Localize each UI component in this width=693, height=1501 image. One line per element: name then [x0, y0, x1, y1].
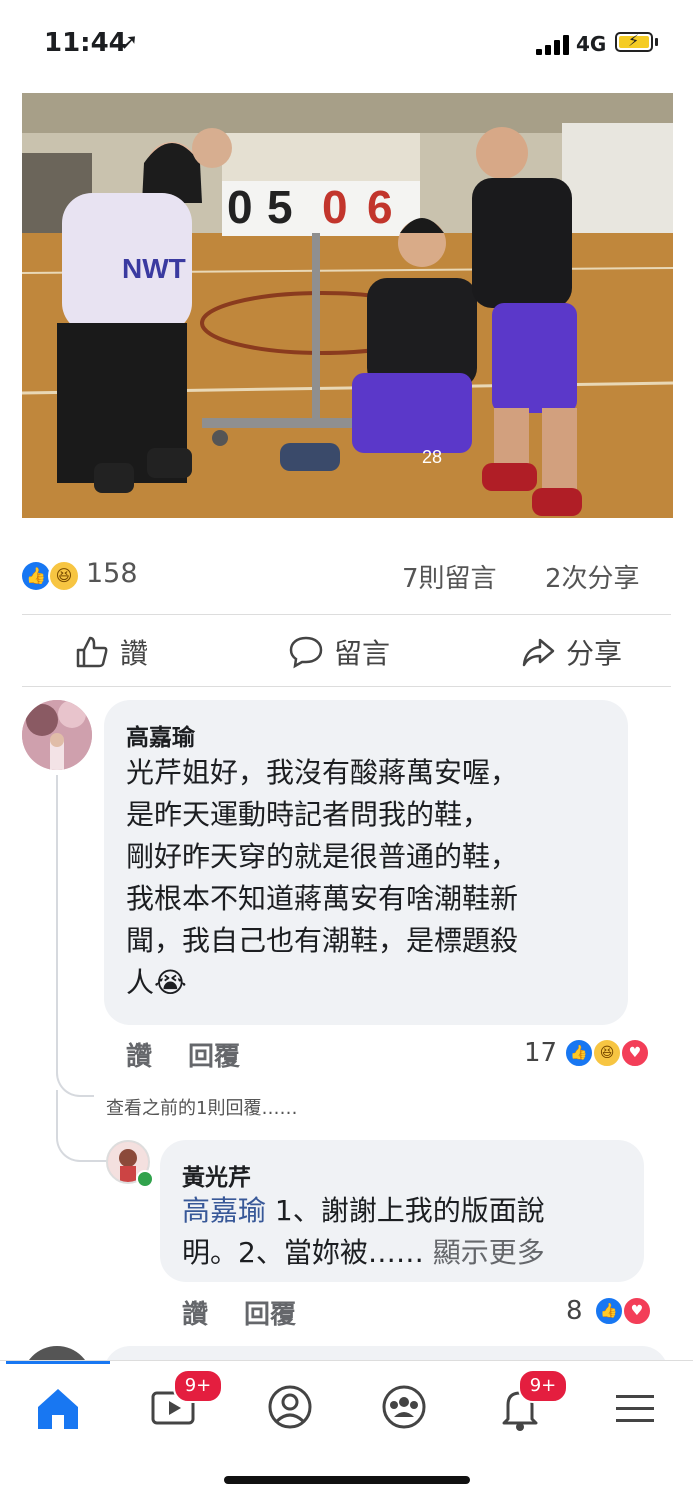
- post-photo[interactable]: 0 5 0 6 NWT 28: [22, 93, 673, 518]
- thumbs-up-icon: [76, 636, 108, 668]
- post-stats: 👍 😆 158 7則留言 2次分享: [0, 550, 693, 600]
- status-time: 11:44: [44, 28, 127, 58]
- battery-icon: ⚡: [615, 31, 653, 52]
- share-label: 分享: [566, 637, 623, 670]
- home-icon: [38, 1389, 78, 1429]
- like-label: 讚: [120, 637, 149, 670]
- active-tab-indicator: [6, 1361, 110, 1364]
- jersey-number: 28: [422, 447, 442, 467]
- comment-author[interactable]: 高嘉瑜: [126, 718, 195, 752]
- nav-watch[interactable]: 9+: [143, 1369, 223, 1439]
- like-reaction-icon[interactable]: 👍: [22, 562, 50, 590]
- comment-reaction-count[interactable]: 17: [524, 1038, 557, 1068]
- reply-bubble: 黃光芹 高嘉瑜 1、謝謝上我的版面說 明。2、當妳被…… 顯示更多: [160, 1140, 644, 1282]
- love-reaction-icon: ♥: [622, 1296, 652, 1326]
- comment-line: 光芹姐好，我沒有酸蔣萬安喔，: [126, 756, 519, 789]
- reply-mention-link[interactable]: 高嘉瑜: [182, 1194, 266, 1227]
- comment-line: 我根本不知道蔣萬安有啥潮鞋新: [126, 882, 519, 915]
- reply-author[interactable]: 黃光芹: [182, 1158, 251, 1192]
- thread-line: [56, 775, 94, 1097]
- groups-icon: [382, 1385, 426, 1429]
- reply-reaction-count[interactable]: 8: [566, 1296, 583, 1326]
- network-type: 4G: [576, 32, 607, 56]
- divider: [22, 686, 671, 687]
- commenter-avatar[interactable]: [22, 700, 92, 770]
- comment-bubble: 高嘉瑜 光芹姐好，我沒有酸蔣萬安喔， 是昨天運動時記者問我的鞋， 剛好昨天穿的就…: [104, 700, 628, 1025]
- scoreboard-digit-2: 5: [267, 181, 293, 233]
- haha-reaction-icon: 😆: [592, 1038, 622, 1068]
- comment-label: 留言: [334, 637, 391, 670]
- like-reaction-icon: 👍: [564, 1038, 594, 1068]
- online-status-icon: [136, 1170, 154, 1188]
- view-previous-replies[interactable]: 查看之前的1則回覆……: [106, 1094, 297, 1120]
- reaction-count[interactable]: 158: [86, 558, 138, 589]
- reply-line-2: 明。2、當妳被……: [182, 1236, 424, 1269]
- share-arrow-icon: [522, 638, 555, 667]
- divider: [22, 614, 671, 615]
- svg-text:NWT: NWT: [122, 253, 186, 284]
- nav-menu[interactable]: [604, 1375, 668, 1439]
- status-bar: 11:44 ➚ 4G ⚡: [0, 0, 693, 92]
- comment-bubble-icon: [289, 636, 323, 669]
- watch-badge: 9+: [173, 1369, 223, 1403]
- home-indicator: [224, 1476, 470, 1484]
- like-button[interactable]: 讚: [74, 632, 148, 676]
- comment-line: 剛好昨天穿的就是很普通的鞋，: [126, 840, 519, 873]
- profile-icon: [268, 1385, 312, 1429]
- battery-tip: [655, 38, 658, 46]
- location-arrow-icon: ➚: [120, 30, 139, 55]
- scoreboard-digit-3: 0: [322, 181, 348, 233]
- reply-text: 高嘉瑜 1、謝謝上我的版面說 明。2、當妳被…… 顯示更多: [182, 1190, 642, 1274]
- reply-like-link[interactable]: 讚: [182, 1294, 208, 1331]
- reply-line-1: 1、謝謝上我的版面說: [266, 1194, 545, 1227]
- thread-line: [56, 1090, 108, 1162]
- comment-reply-link[interactable]: 回覆: [188, 1036, 240, 1073]
- scoreboard-digit-1: 0: [227, 181, 253, 233]
- comment-line: 聞，我自己也有潮鞋，是標題殺: [126, 924, 519, 957]
- reply-reply-link[interactable]: 回覆: [244, 1294, 296, 1331]
- share-button[interactable]: 分享: [520, 632, 622, 676]
- haha-reaction-icon[interactable]: 😆: [48, 560, 80, 592]
- comment-line: 人😭: [126, 966, 187, 999]
- comment-like-link[interactable]: 讚: [126, 1036, 152, 1073]
- shares-count[interactable]: 2次分享: [545, 558, 640, 595]
- nav-groups[interactable]: [372, 1375, 436, 1439]
- nav-notifications[interactable]: 9+: [488, 1369, 568, 1439]
- love-reaction-icon: ♥: [620, 1038, 650, 1068]
- scoreboard-digit-4: 6: [367, 181, 393, 233]
- signal-icon: [536, 35, 570, 55]
- notifications-badge: 9+: [518, 1369, 568, 1403]
- comment-button[interactable]: 留言: [288, 632, 390, 676]
- menu-icon: [616, 1395, 654, 1422]
- like-reaction-icon: 👍: [594, 1296, 624, 1326]
- see-more-link[interactable]: 顯示更多: [424, 1236, 545, 1269]
- comment-text: 光芹姐好，我沒有酸蔣萬安喔， 是昨天運動時記者問我的鞋， 剛好昨天穿的就是很普通…: [126, 752, 626, 1004]
- comments-count[interactable]: 7則留言: [402, 558, 497, 595]
- nav-home[interactable]: [26, 1375, 90, 1439]
- nav-profile[interactable]: [258, 1375, 322, 1439]
- comment-line: 是昨天運動時記者問我的鞋，: [126, 798, 491, 831]
